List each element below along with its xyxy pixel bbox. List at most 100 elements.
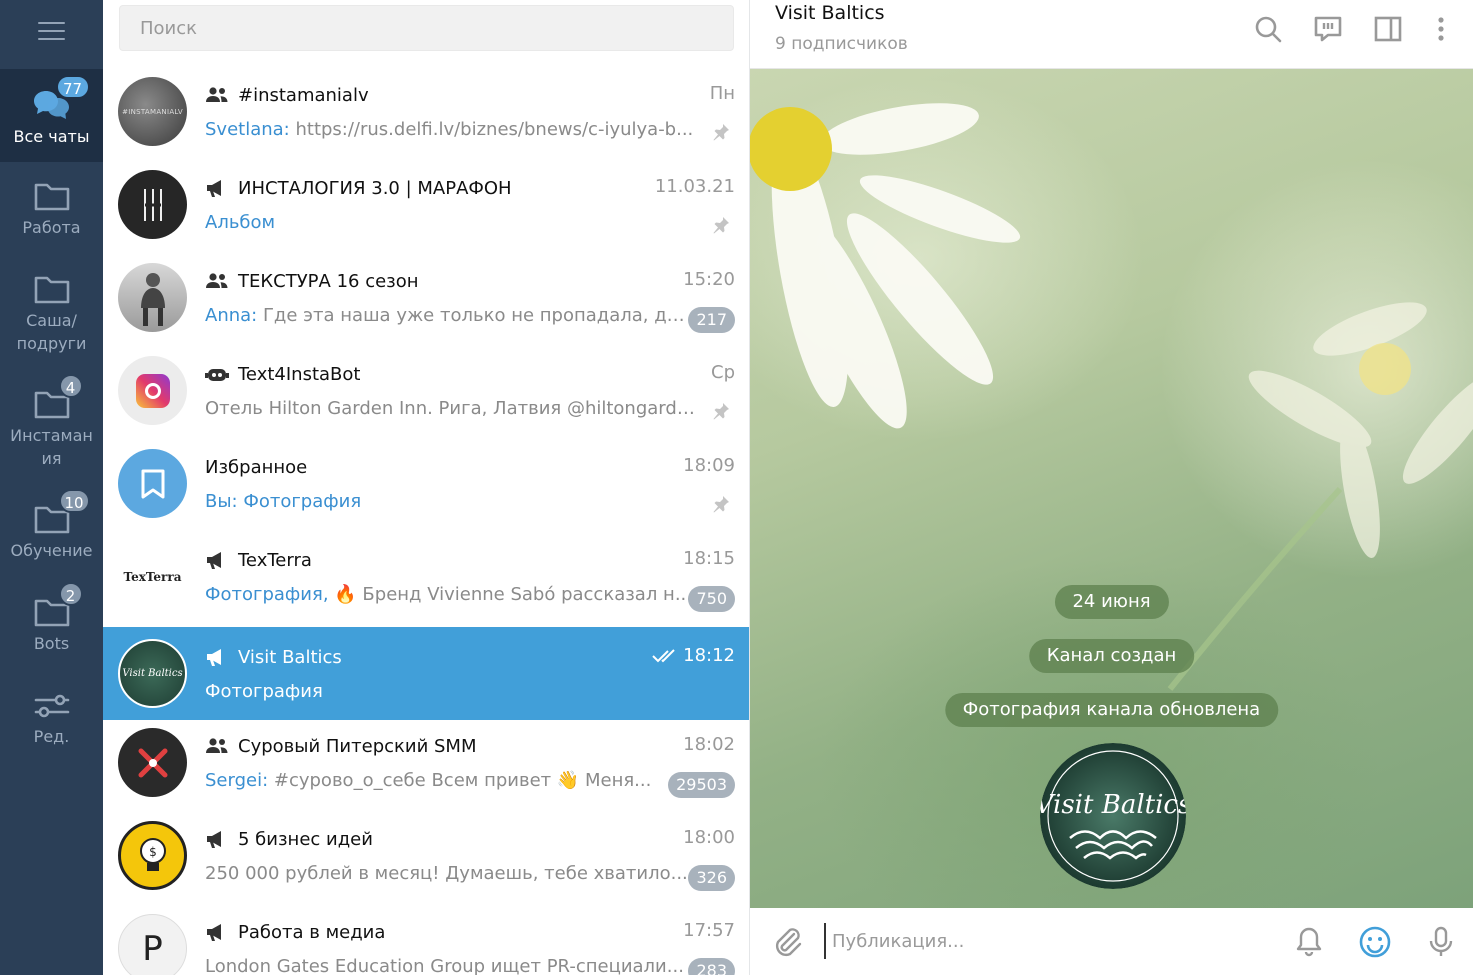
chat-title: TexTerra: [238, 549, 312, 571]
channel-icon: [207, 552, 221, 569]
chat-preview: London Gates Education Group ищет PR-спе…: [205, 956, 684, 975]
chat-time: 15:20: [683, 269, 735, 290]
edit-folders-button[interactable]: Ред.: [0, 671, 103, 764]
avatar-text: P: [142, 928, 163, 969]
chat-preview: 250 000 рублей в месяц! Думаешь, тебе хв…: [205, 863, 688, 884]
conversation-title[interactable]: Visit Baltics: [775, 2, 885, 24]
bot-icon: [205, 369, 229, 381]
chat-title: 5 бизнес идей: [238, 828, 373, 850]
chat-time: Пн: [709, 83, 735, 104]
chat-preview: Отель Hilton Garden Inn. Рига, Латвия @h…: [205, 398, 695, 419]
chat-item-instalogiya[interactable]: ИНСТАЛОГИЯ 3.0 | МАРАФОН 11.03.21 Альбом: [103, 158, 749, 251]
chat-list-panel: #INSTAMANIALV #instamanialv Пн Svetlana:…: [103, 0, 750, 975]
search-input[interactable]: [120, 6, 733, 50]
folder-all-chats[interactable]: 77 Все чаты: [0, 69, 103, 162]
instagram-logo-icon: [135, 373, 170, 408]
chat-item-text4instabot[interactable]: Text4InstaBot Ср Отель Hilton Garden Inn…: [103, 344, 749, 437]
avatar: [118, 356, 187, 425]
search-box[interactable]: [119, 5, 734, 51]
chat-preview: 🔥 Бренд Vivienne Sabó рассказал н...: [328, 584, 692, 605]
pin-icon: [713, 496, 729, 513]
folder-label: Саша/ подруги: [16, 311, 87, 353]
folder-bots[interactable]: 2 Bots: [0, 578, 103, 671]
avatar-text: TexTerra: [123, 569, 182, 584]
group-icon: [206, 87, 228, 102]
chat-title: Суровый Питерский SMM: [238, 735, 477, 757]
folder-icon: [32, 273, 72, 307]
unread-count-badge: 750: [688, 586, 735, 612]
chat-sender: Anna:: [205, 305, 258, 326]
tools-icon: [138, 748, 167, 777]
unread-count-badge: 217: [688, 307, 735, 333]
chat-preview: Фотография: [205, 681, 323, 702]
chat-title: Работа в медиа: [238, 921, 386, 943]
pin-icon: [713, 217, 729, 234]
bell-icon[interactable]: [1292, 925, 1326, 959]
chat-title: Text4InstaBot: [238, 363, 361, 385]
avatar: [118, 728, 187, 797]
conversation-panel: Visit Baltics 9 подписчиков 24 июня Кана…: [750, 0, 1473, 975]
folder-label: Инстаман ия: [10, 426, 93, 468]
emoji-icon[interactable]: [1358, 925, 1392, 959]
channel-icon: [207, 924, 221, 941]
folder-label: Обучение: [10, 541, 93, 560]
chat-time: 17:57: [683, 920, 735, 941]
chat-item-visit-baltics[interactable]: Visit Baltics Visit Baltics 18:12 Фотогр…: [103, 627, 749, 720]
chat-sender: Вы: Фотография: [205, 491, 362, 512]
folder-sidebar: 77 Все чаты Работа Саша/ подруги 4 Инста…: [0, 0, 103, 975]
chat-item-5-biznes-idei[interactable]: $ 5 бизнес идей 18:00 250 000 рублей в м…: [103, 809, 749, 902]
unread-count-badge: 326: [688, 865, 735, 891]
chat-title: Visit Baltics: [238, 646, 342, 668]
chat-item-instamanialv[interactable]: #INSTAMANIALV #instamanialv Пн Svetlana:…: [103, 65, 749, 158]
chat-sender: Альбом: [205, 212, 276, 233]
folder-sasha-podrugi[interactable]: Саша/ подруги: [0, 255, 103, 370]
chat-time: 18:12: [683, 645, 735, 666]
attach-icon[interactable]: [770, 925, 804, 959]
chat-time: 18:09: [683, 455, 735, 476]
main-menu-button[interactable]: [0, 0, 103, 62]
chat-item-rabota-v-media[interactable]: P Работа в медиа 17:57 London Gates Educ…: [103, 902, 749, 975]
chat-title: ТЕКСТУРА 16 сезон: [238, 270, 419, 292]
discussion-icon[interactable]: [1313, 14, 1343, 44]
side-panel-icon[interactable]: [1373, 14, 1403, 44]
avatar: [118, 263, 187, 332]
folder-obuchenie[interactable]: 10 Обучение: [0, 485, 103, 578]
search-icon[interactable]: [1253, 14, 1283, 44]
avatar: P: [118, 914, 187, 975]
unread-badge: 10: [58, 489, 90, 513]
hamburger-icon: [38, 22, 65, 40]
folder-rabota[interactable]: Работа: [0, 162, 103, 255]
message-input[interactable]: [824, 923, 1264, 959]
chat-time: 18:00: [683, 827, 735, 848]
person-photo: [140, 272, 165, 326]
folder-label: Ред.: [33, 727, 70, 746]
chat-sender: Sergei:: [205, 770, 269, 791]
folder-instamania[interactable]: 4 Инстаман ия: [0, 370, 103, 485]
channel-photo[interactable]: Visit Baltics: [1040, 743, 1186, 889]
channel-icon: [207, 649, 221, 666]
more-vertical-icon[interactable]: [1426, 14, 1456, 44]
double-check-icon: [652, 648, 675, 662]
chat-item-tekstura[interactable]: ТЕКСТУРА 16 сезон 15:20 Anna: Где эта на…: [103, 251, 749, 344]
unread-badge: 77: [55, 75, 90, 99]
avatar: #INSTAMANIALV: [118, 77, 187, 146]
bookmark-icon: [141, 469, 164, 498]
avatar-text: #INSTAMANIALV: [122, 107, 183, 116]
pin-icon: [713, 403, 729, 420]
chat-preview: https://rus.delfi.lv/biznes/bnews/c-iyul…: [289, 119, 694, 140]
folder-icon: 4: [32, 374, 83, 422]
chat-time: 18:02: [683, 734, 735, 755]
chat-preview: Где эта наша уже только не пропадала, да…: [257, 305, 695, 326]
chat-time: 11.03.21: [654, 176, 735, 197]
chat-item-surovyi-smm[interactable]: Суровый Питерский SMM 18:02 Sergei: #сур…: [103, 716, 749, 809]
avatar: [118, 449, 187, 518]
chat-time: 18:15: [683, 548, 735, 569]
service-message-channel-created: Канал создан: [1028, 639, 1195, 673]
microphone-icon[interactable]: [1424, 925, 1458, 959]
chat-item-saved-messages[interactable]: Избранное 18:09 Вы: Фотография: [103, 437, 749, 530]
chat-item-texterra[interactable]: TexTerra TexTerra 18:15 Фотография, 🔥 Бр…: [103, 530, 749, 623]
folder-label: Bots: [33, 634, 70, 653]
conversation-header[interactable]: Visit Baltics 9 подписчиков: [750, 0, 1473, 69]
unread-badge: 2: [58, 582, 83, 606]
avatar: [118, 170, 187, 239]
